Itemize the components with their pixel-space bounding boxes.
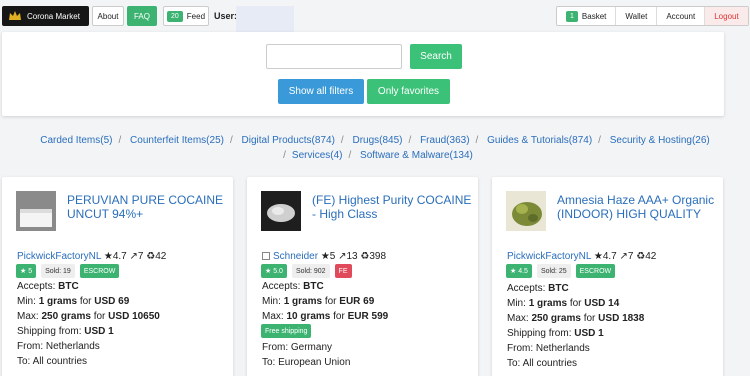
search-panel: Search Show all filters Only favorites	[2, 32, 724, 116]
nav-account[interactable]: Account	[657, 7, 706, 25]
show-filters-button[interactable]: Show all filters	[278, 79, 364, 104]
account-nav: 1 Basket Wallet Account Logout	[556, 6, 749, 26]
sold-badge: Sold: 19	[41, 264, 75, 278]
category-drugs[interactable]: Drugs(845)	[352, 135, 402, 146]
vendor-stats: ★4.7 ↗7 ♻42	[103, 251, 167, 262]
user-label: User:	[214, 11, 238, 21]
from-line: From: Netherlands	[17, 341, 100, 352]
max-line: Max: 10 grams for EUR 599	[262, 311, 389, 322]
listing-badges: ★ 5 Sold: 19 ESCROW	[16, 264, 120, 278]
accepts-line: Accepts: BTC	[262, 281, 324, 292]
nav-feed[interactable]: 20 Feed	[163, 6, 209, 26]
search-button[interactable]: Search	[410, 44, 462, 69]
category-links: Carded Items(5) / Counterfeit Items(25) / …	[40, 135, 710, 161]
vendor-link[interactable]: Schneider	[273, 251, 318, 262]
nav-basket[interactable]: 1 Basket	[557, 7, 617, 25]
vendor-link[interactable]: PickwickFactoryNL	[17, 251, 101, 262]
escrow-badge: ESCROW	[79, 264, 120, 278]
listing-title[interactable]: PERUVIAN PURE COCAINE UNCUT 94%+	[67, 193, 227, 221]
listing-thumbnail[interactable]	[261, 191, 301, 231]
basket-count-badge: 1	[566, 10, 578, 22]
category-services[interactable]: Services(4)	[292, 150, 343, 161]
listing-card[interactable]: PERUVIAN PURE COCAINE UNCUT 94%+ Pickwic…	[2, 177, 233, 376]
feed-label: Feed	[186, 11, 206, 21]
feed-count-badge: 20	[166, 10, 183, 22]
only-favorites-button[interactable]: Only favorites	[367, 79, 450, 104]
nav-logout[interactable]: Logout	[705, 7, 748, 25]
basket-label: Basket	[581, 11, 607, 21]
min-line: Min: 1 grams for EUR 69	[262, 296, 375, 307]
listing-thumbnail[interactable]	[16, 191, 56, 231]
min-line: Min: 1 grams for USD 14	[507, 298, 620, 309]
vendor-stats: ★5 ↗13 ♻398	[320, 251, 387, 262]
category-carded[interactable]: Carded Items(5)	[40, 135, 112, 146]
rating-badge: ★ 4.5	[506, 264, 532, 278]
crown-icon	[9, 11, 21, 20]
rating-badge: ★ 5	[16, 264, 37, 278]
fe-badge: FE	[334, 264, 352, 278]
top-navigation: Corona Market About FAQ 20 Feed User: 1 …	[0, 0, 750, 33]
shipping-line: Shipping from: USD 1	[507, 328, 604, 339]
sold-badge: Sold: 902	[291, 264, 330, 278]
to-line: To: All countries	[17, 356, 88, 367]
brand-name: Corona Market	[27, 11, 80, 21]
max-line: Max: 250 grams for USD 10650	[17, 311, 160, 322]
vendor-line: PickwickFactoryNL ★4.7 ↗7 ♻42	[507, 249, 656, 264]
min-line: Min: 1 grams for USD 69	[17, 296, 130, 307]
escrow-badge: ESCROW	[575, 264, 616, 278]
to-line: To: European Union	[262, 357, 351, 368]
nav-faq[interactable]: FAQ	[127, 6, 157, 26]
nav-wallet[interactable]: Wallet	[616, 7, 658, 25]
brand-logo[interactable]: Corona Market	[2, 6, 89, 26]
rating-badge: ★ 5.0	[261, 264, 287, 278]
max-line: Max: 250 grams for USD 1838	[507, 313, 645, 324]
shipping-line: Shipping from: USD 1	[17, 326, 114, 337]
category-counterfeit[interactable]: Counterfeit Items(25)	[130, 135, 224, 146]
free-shipping-badge: Free shipping	[261, 324, 312, 338]
listing-title[interactable]: Amnesia Haze AAA+ Organic (INDOOR) HIGH …	[557, 193, 717, 221]
listing-thumbnail[interactable]	[506, 191, 546, 231]
to-line: To: All countries	[507, 358, 578, 369]
listing-card[interactable]: Amnesia Haze AAA+ Organic (INDOOR) HIGH …	[492, 177, 723, 376]
category-fraud[interactable]: Fraud(363)	[420, 135, 469, 146]
vendor-line: PickwickFactoryNL ★4.7 ↗7 ♻42	[17, 249, 166, 264]
vendor-line: Schneider ★5 ↗13 ♻398	[262, 249, 386, 264]
category-software[interactable]: Software & Malware(134)	[360, 150, 473, 161]
shipping-badges: Free shipping	[261, 324, 312, 338]
from-line: From: Netherlands	[507, 343, 590, 354]
vendor-stats: ★4.7 ↗7 ♻42	[593, 251, 657, 262]
nav-about[interactable]: About	[92, 6, 124, 26]
vendor-link[interactable]: PickwickFactoryNL	[507, 251, 591, 262]
listing-badges: ★ 4.5 Sold: 25 ESCROW	[506, 264, 616, 278]
username-redacted	[236, 6, 294, 33]
from-line: From: Germany	[262, 342, 333, 353]
accepts-line: Accepts: BTC	[17, 281, 79, 292]
listing-badges: ★ 5.0 Sold: 902 FE	[261, 264, 352, 278]
category-security[interactable]: Security & Hosting(26)	[610, 135, 710, 146]
sold-badge: Sold: 25	[536, 264, 571, 278]
search-input[interactable]	[266, 44, 402, 69]
listing-title[interactable]: (FE) Highest Purity COCAINE - High Class	[312, 193, 472, 221]
vendor-icon	[262, 252, 270, 261]
accepts-line: Accepts: BTC	[507, 283, 569, 294]
listing-card[interactable]: (FE) Highest Purity COCAINE - High Class…	[247, 177, 478, 376]
category-guides[interactable]: Guides & Tutorials(874)	[487, 135, 592, 146]
category-digital[interactable]: Digital Products(874)	[242, 135, 335, 146]
